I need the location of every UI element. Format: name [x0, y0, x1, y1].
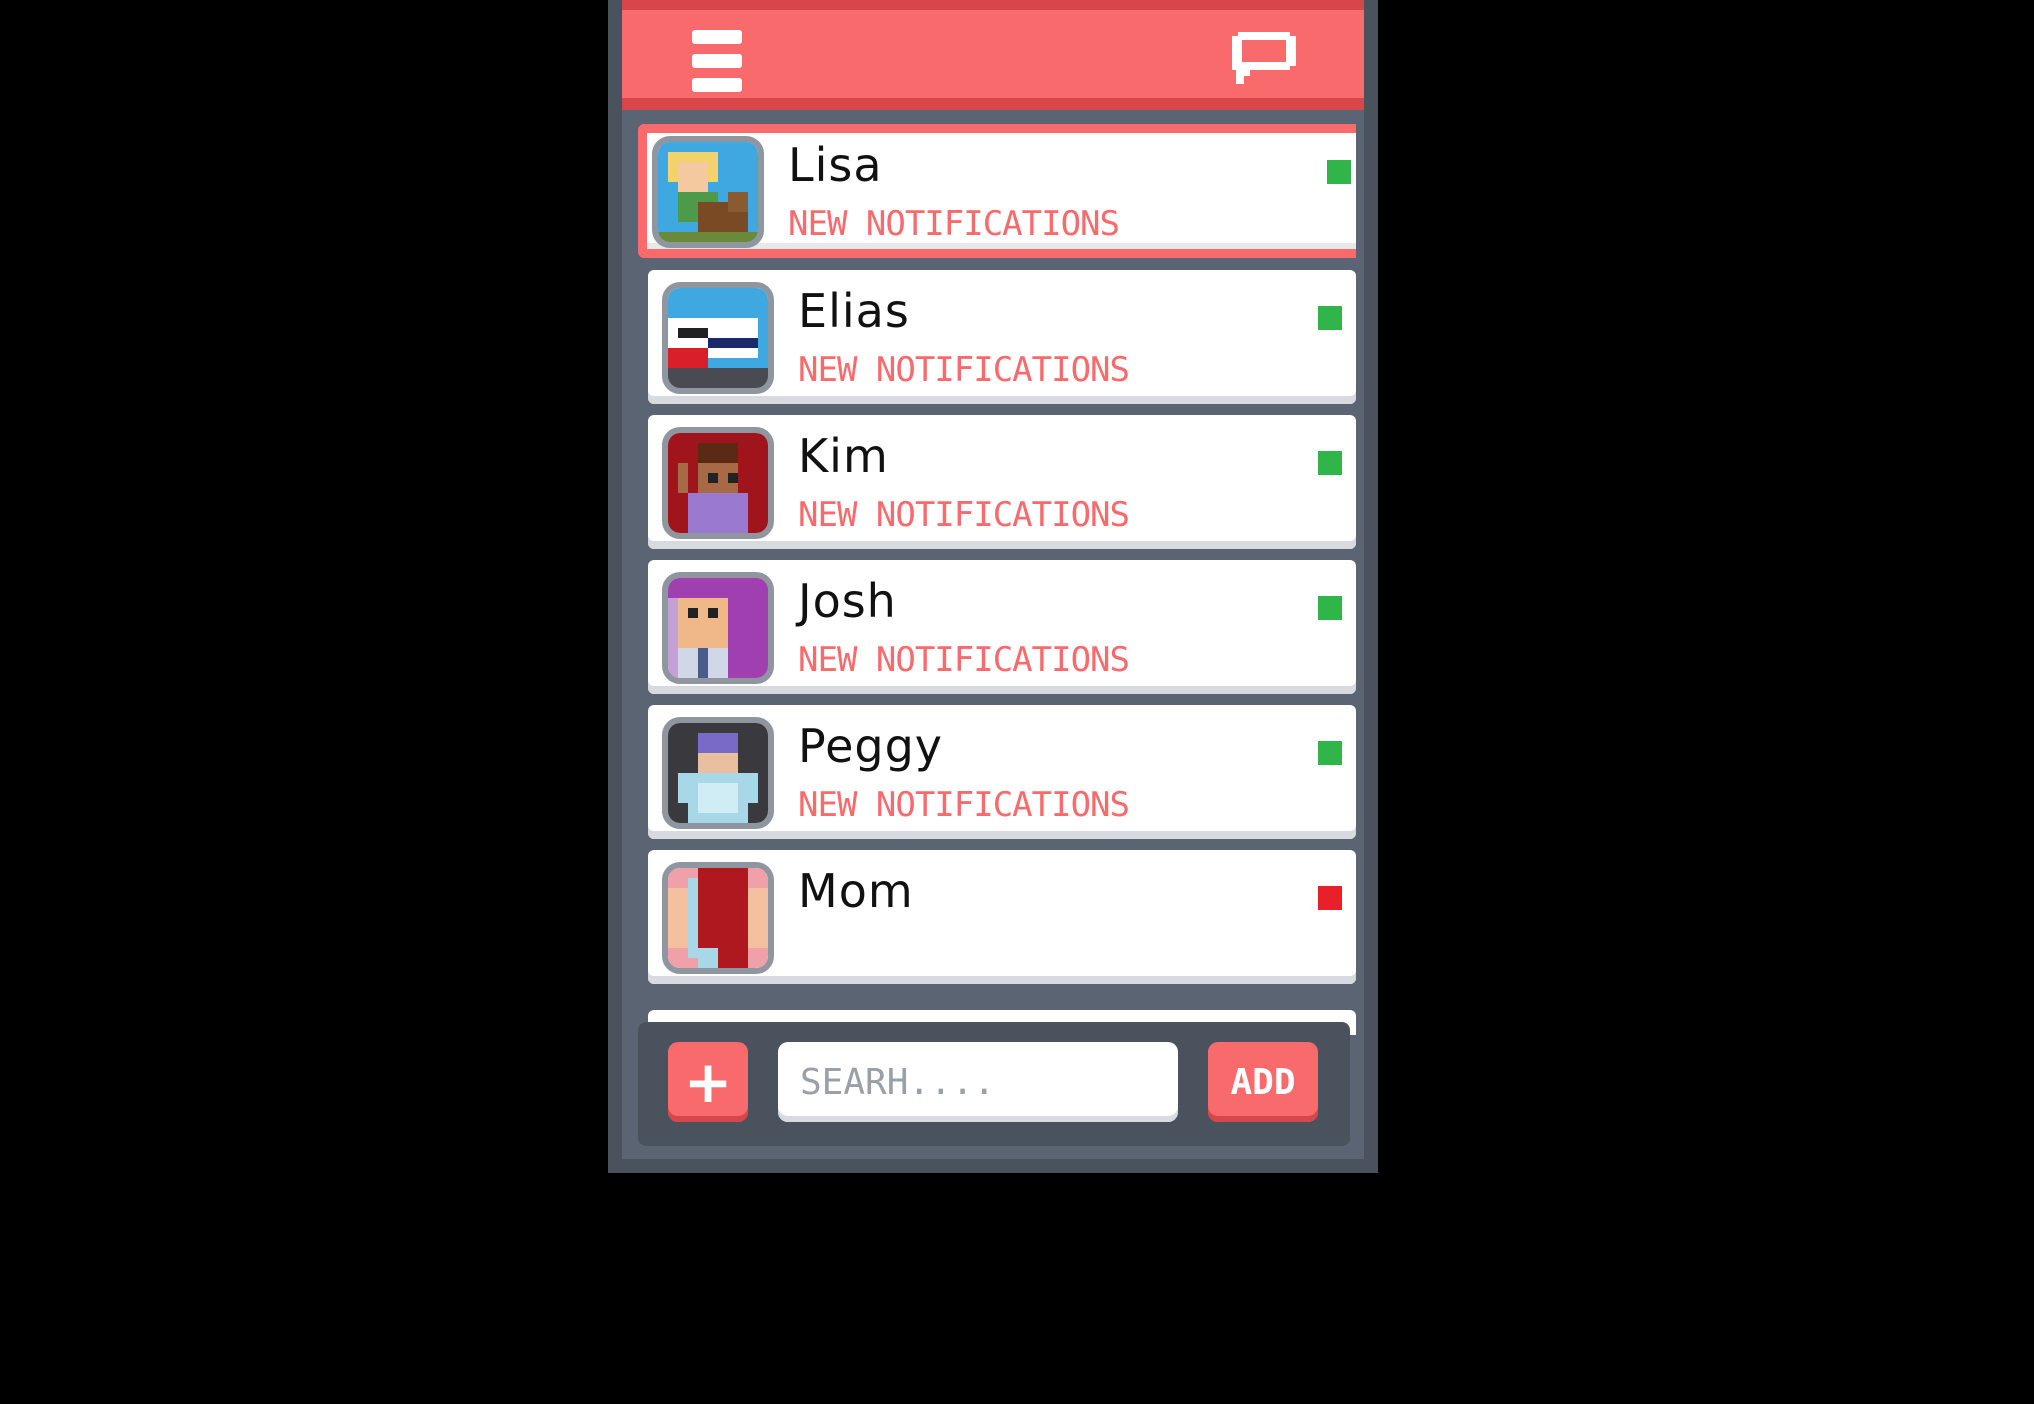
contacts-app-window: Lisa NEW NOTIFICATIONS Elias NEW NOTIFIC…: [608, 0, 1378, 1173]
notification-label: NEW NOTIFICATIONS: [798, 495, 1130, 535]
avatar-mom: [662, 862, 774, 974]
avatar-josh: [662, 572, 774, 684]
add-button[interactable]: ADD: [1208, 1042, 1318, 1122]
top-bar: [622, 0, 1364, 110]
bottom-bar: + ADD: [638, 1022, 1350, 1146]
contact-card-elias[interactable]: Elias NEW NOTIFICATIONS: [648, 270, 1356, 404]
notification-label: NEW NOTIFICATIONS: [788, 204, 1120, 244]
notification-label: NEW NOTIFICATIONS: [798, 785, 1130, 825]
avatar-peggy: [662, 717, 774, 829]
avatar-lisa: [652, 136, 764, 248]
contact-card-josh[interactable]: Josh NEW NOTIFICATIONS: [648, 560, 1356, 694]
chat-bubble-icon[interactable]: [1228, 26, 1300, 96]
online-status-indicator: [1318, 741, 1342, 765]
hamburger-menu-icon[interactable]: [692, 30, 742, 92]
contact-name: Peggy: [798, 719, 944, 773]
contact-card-lisa[interactable]: Lisa NEW NOTIFICATIONS: [638, 124, 1356, 258]
contact-card-kim[interactable]: Kim NEW NOTIFICATIONS: [648, 415, 1356, 549]
contact-name: Josh: [798, 574, 897, 628]
online-status-indicator: [1318, 306, 1342, 330]
contact-card-mom[interactable]: Mom: [648, 850, 1356, 984]
online-status-indicator: [1327, 160, 1351, 184]
contact-name: Kim: [798, 429, 889, 483]
search-input[interactable]: [778, 1042, 1178, 1122]
avatar-elias: [662, 282, 774, 394]
plus-button[interactable]: +: [668, 1042, 748, 1122]
notification-label: NEW NOTIFICATIONS: [798, 640, 1130, 680]
avatar-kim: [662, 427, 774, 539]
online-status-indicator: [1318, 596, 1342, 620]
contact-name: Mom: [798, 864, 914, 918]
offline-status-indicator: [1318, 886, 1342, 910]
contact-card-peggy[interactable]: Peggy NEW NOTIFICATIONS: [648, 705, 1356, 839]
notification-label: NEW NOTIFICATIONS: [798, 350, 1130, 390]
contact-list[interactable]: Lisa NEW NOTIFICATIONS Elias NEW NOTIFIC…: [632, 120, 1356, 1035]
contact-name: Elias: [798, 284, 910, 338]
online-status-indicator: [1318, 451, 1342, 475]
contact-name: Lisa: [788, 138, 883, 192]
